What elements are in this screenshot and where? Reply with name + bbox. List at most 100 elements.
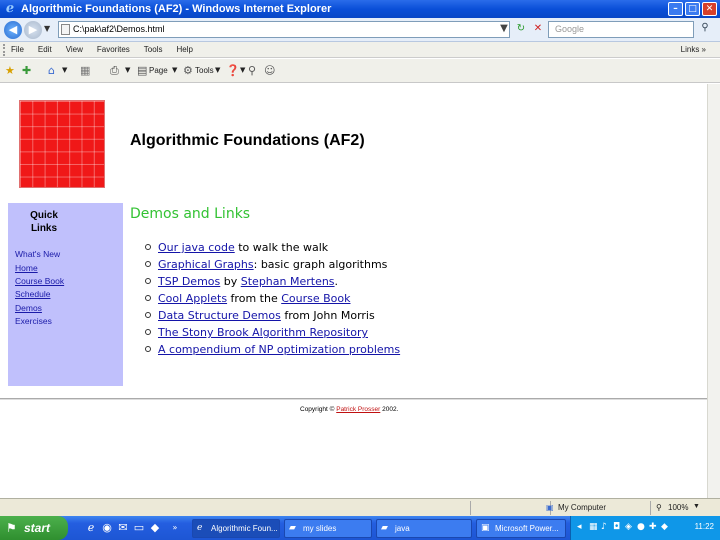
demo-text: from John Morris — [280, 309, 375, 322]
search-input[interactable]: Google — [548, 21, 694, 38]
tray-misc-icon[interactable]: ◆ — [661, 522, 671, 533]
quicklaunch-mail-icon[interactable]: ✉ — [116, 521, 130, 535]
stop-icon[interactable]: ✕ — [531, 22, 545, 36]
demo-link-graphical-graphs[interactable]: Graphical Graphs — [158, 258, 254, 271]
list-item: Data Structure Demos from John Morris — [145, 308, 400, 325]
list-item: The Stony Brook Algorithm Repository — [145, 325, 400, 342]
search-icon[interactable]: ⚲ — [697, 22, 713, 36]
list-item: Our java code to walk the walk — [145, 240, 400, 257]
demo-link-np-compendium[interactable]: A compendium of NP optimization problems — [158, 343, 400, 356]
quick-links-title-line1: Quick — [30, 210, 58, 221]
page-menu-label[interactable]: Page — [149, 66, 168, 75]
bullet-icon — [145, 261, 151, 267]
add-favorite-icon[interactable]: ✚ — [22, 64, 31, 77]
menu-bar: File Edit View Favorites Tools Help Link… — [0, 42, 720, 58]
demo-link-tsp-demos[interactable]: TSP Demos — [158, 275, 220, 288]
bullet-icon — [145, 312, 151, 318]
home-dropdown-icon[interactable]: ▼ — [62, 64, 67, 77]
tray-volume-icon[interactable]: ♪ — [601, 522, 611, 533]
demo-link-course-book[interactable]: Course Book — [281, 292, 350, 305]
address-toolbar: ◀ ▶ ▼ C:\pak\af2\Demos.html ▼ ↻ ✕ Google… — [0, 18, 720, 42]
menu-help[interactable]: Help — [176, 45, 192, 54]
address-input[interactable]: C:\pak\af2\Demos.html — [58, 21, 510, 38]
back-button[interactable]: ◀ — [4, 21, 22, 39]
menu-file[interactable]: File — [11, 45, 24, 54]
start-button[interactable]: ⚑ start — [0, 516, 68, 540]
minimize-button[interactable]: – — [668, 2, 683, 16]
list-item: Cool Applets from the Course Book — [145, 291, 400, 308]
zoom-level[interactable]: 100% — [668, 503, 688, 512]
window-title: Algorithmic Foundations (AF2) - Windows … — [21, 3, 332, 15]
toolbar-grip[interactable] — [3, 43, 7, 56]
copyright-suffix: 2002. — [380, 406, 399, 413]
zoom-dropdown-icon[interactable]: ▼ — [693, 503, 700, 510]
author-link[interactable]: Patrick Prosser — [336, 406, 380, 413]
sidebar-link-demos[interactable]: Demos — [15, 303, 42, 313]
demo-link-data-structure-demos[interactable]: Data Structure Demos — [158, 309, 281, 322]
vertical-scrollbar[interactable] — [707, 84, 720, 498]
taskbar-clock[interactable]: 11:22 — [695, 522, 714, 531]
taskbar-button-my-slides[interactable]: ▰ my slides — [284, 519, 372, 538]
menu-edit[interactable]: Edit — [38, 45, 52, 54]
copyright-prefix: Copyright © — [300, 406, 337, 413]
forward-button[interactable]: ▶ — [24, 21, 42, 39]
page-title: Algorithmic Foundations (AF2) — [130, 132, 365, 149]
tray-arrow-icon[interactable]: ◂ — [577, 522, 587, 533]
tools-menu-label[interactable]: Tools — [195, 66, 214, 75]
menu-tools[interactable]: Tools — [144, 45, 163, 54]
demo-link-java-code[interactable]: Our java code — [158, 241, 235, 254]
feeds-icon[interactable]: ▦ — [80, 64, 90, 77]
sidebar-link-schedule[interactable]: Schedule — [15, 289, 50, 299]
messenger-icon[interactable]: ☺ — [264, 64, 275, 77]
start-label: start — [24, 521, 51, 535]
recent-pages-dropdown-icon[interactable]: ▼ — [44, 24, 50, 33]
demo-link-stephan-mertens[interactable]: Stephan Mertens — [241, 275, 335, 288]
taskbar-button-powerpoint[interactable]: ▣ Microsoft Power... — [476, 519, 566, 538]
close-button[interactable]: ✕ — [702, 2, 717, 16]
zoom-icon: ⚲ — [656, 503, 662, 512]
tray-security-icon[interactable]: ✚ — [649, 522, 659, 533]
tray-update-icon[interactable]: ● — [637, 522, 647, 533]
taskbar-button-java[interactable]: ▰ java — [376, 519, 472, 538]
quicklaunch-media-icon[interactable]: ◉ — [100, 521, 114, 535]
refresh-icon[interactable]: ↻ — [514, 22, 528, 36]
sidebar-link-course-book[interactable]: Course Book — [15, 276, 64, 286]
print-dropdown-icon[interactable]: ▼ — [125, 64, 130, 77]
demo-link-stony-brook[interactable]: The Stony Brook Algorithm Repository — [158, 326, 368, 339]
demo-link-cool-applets[interactable]: Cool Applets — [158, 292, 227, 305]
ie-icon: ℯ — [197, 523, 203, 533]
demo-text: by — [220, 275, 241, 288]
help-icon[interactable]: ❓ — [226, 64, 240, 77]
research-icon[interactable]: ⚲ — [248, 64, 256, 77]
help-dropdown-icon[interactable]: ▼ — [240, 64, 245, 77]
page-menu-icon[interactable]: ▤ — [137, 64, 147, 77]
quicklaunch-desktop-icon[interactable]: ▭ — [132, 521, 146, 535]
quicklaunch-more-icon[interactable]: » — [168, 521, 182, 535]
maximize-button[interactable]: □ — [685, 2, 700, 16]
sidebar-link-whats-new[interactable]: What's New — [15, 249, 60, 259]
links-toolbar[interactable]: Links » — [681, 45, 706, 54]
tools-dropdown-icon[interactable]: ▼ — [215, 64, 220, 77]
tray-network-icon[interactable]: ▦ — [589, 522, 599, 533]
menu-favorites[interactable]: Favorites — [97, 45, 130, 54]
quicklaunch-ie-icon[interactable]: ℯ — [84, 521, 98, 535]
tools-gear-icon[interactable]: ⚙ — [183, 64, 193, 77]
menu-view[interactable]: View — [66, 45, 83, 54]
page-dropdown-icon[interactable]: ▼ — [172, 64, 177, 77]
tray-shield-icon[interactable]: ◈ — [625, 522, 635, 533]
window-controls: – □ ✕ — [668, 2, 717, 16]
favorites-star-icon[interactable]: ★ — [5, 64, 15, 77]
address-dropdown-icon[interactable]: ▼ — [497, 22, 511, 36]
sidebar-link-exercises[interactable]: Exercises — [15, 316, 52, 326]
taskbar-button-ie[interactable]: ℯ Algorithmic Foun... — [192, 519, 280, 538]
sidebar-link-home[interactable]: Home — [15, 263, 38, 273]
course-logo — [13, 96, 123, 194]
command-bar: ★ ✚ ⌂ ▼ ▦ ⎙ ▼ ▤ Page ▼ ⚙ Tools ▼ ❓ ▼ ⚲ ☺ — [0, 59, 720, 83]
print-icon[interactable]: ⎙ — [110, 64, 119, 77]
quick-links-sidebar: Quick Links What's New Home Course Book … — [8, 203, 123, 386]
footer-divider — [0, 398, 708, 400]
home-icon[interactable]: ⌂ — [48, 64, 55, 77]
quicklaunch-app-icon[interactable]: ◆ — [148, 521, 162, 535]
tray-app-icon[interactable]: ◘ — [613, 522, 623, 533]
window-title-bar[interactable]: ℯ Algorithmic Foundations (AF2) - Window… — [0, 0, 720, 18]
